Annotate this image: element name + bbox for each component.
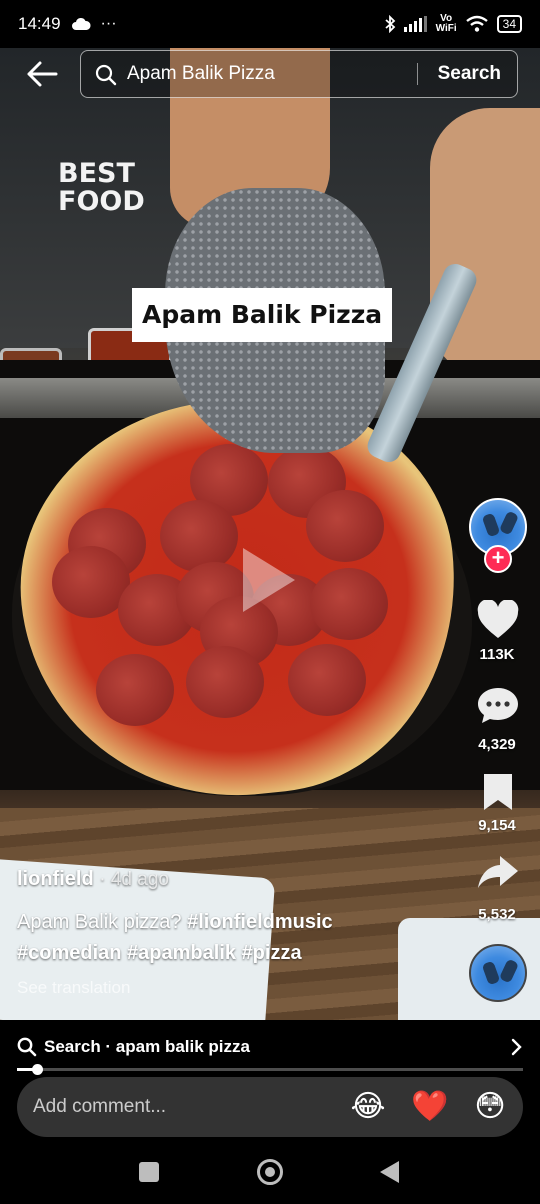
pizza-pepperoni — [306, 490, 384, 562]
search-query[interactable]: Apam Balik Pizza — [127, 51, 275, 97]
search-icon — [17, 1037, 37, 1057]
search-divider — [417, 63, 418, 85]
comment-count: 4,329 — [478, 736, 516, 753]
system-nav-bar — [0, 1140, 540, 1204]
pizza-pepperoni — [96, 654, 174, 726]
brand-line-1: BEST — [58, 158, 135, 189]
follow-button[interactable]: + — [484, 545, 512, 573]
play-icon[interactable] — [243, 548, 295, 612]
post-caption: Apam Balik pizza? #lionfieldmusic #comed… — [17, 907, 397, 969]
brand-watermark: BEST FOOD — [58, 160, 145, 216]
comment-placeholder: Add comment... — [33, 1096, 167, 1117]
cloud-icon — [71, 17, 91, 30]
author-username[interactable]: lionfield — [17, 868, 94, 890]
avatar-figure — [481, 512, 501, 538]
battery-indicator: 34 — [496, 15, 522, 33]
status-more: ··· — [100, 15, 117, 32]
status-bar: 14:49 ··· Vo WiFi 34 — [0, 0, 540, 48]
status-time: 14:49 — [18, 14, 61, 33]
related-search-label: Search · apam balik pizza — [44, 1037, 250, 1056]
comment-input[interactable]: Add comment... 😂 ❤️ 😳 — [17, 1077, 523, 1137]
comment-icon[interactable] — [476, 685, 520, 725]
avatar-figure — [498, 958, 520, 984]
see-translation-link[interactable]: See translation — [17, 978, 130, 998]
pizza-pepperoni — [160, 500, 238, 572]
search-icon — [95, 64, 117, 86]
video-progress-bar[interactable] — [17, 1064, 523, 1075]
laughing-emoji-icon[interactable]: 😂 — [350, 1089, 386, 1125]
chevron-right-icon — [511, 1038, 522, 1056]
search-button[interactable]: Search — [438, 51, 501, 97]
nav-back-button[interactable] — [380, 1161, 399, 1183]
hashtag-link[interactable]: #pizza — [242, 942, 302, 964]
recent-apps-button[interactable] — [139, 1162, 159, 1182]
avatar-figure — [481, 960, 501, 986]
video-text-overlay: Apam Balik Pizza — [132, 288, 393, 342]
caption-text: Apam Balik pizza? — [17, 911, 188, 933]
hashtag-link[interactable]: #comedian — [17, 942, 121, 964]
heart-emoji-icon[interactable]: ❤️ — [411, 1089, 448, 1125]
pizza-pepperoni — [186, 646, 264, 718]
related-search-bar[interactable]: Search · apam balik pizza — [0, 1020, 540, 1072]
progress-handle[interactable] — [32, 1064, 43, 1075]
bookmark-icon[interactable] — [476, 772, 520, 812]
flushed-emoji-icon[interactable]: 😳 — [472, 1089, 508, 1125]
back-arrow-icon[interactable] — [26, 60, 58, 88]
pizza-pepperoni — [288, 644, 366, 716]
search-input[interactable]: Apam Balik Pizza Search — [80, 50, 518, 98]
vowifi-indicator: Vo WiFi — [435, 13, 457, 34]
heart-icon[interactable] — [476, 600, 520, 640]
post-author-line: lionfield · 4d ago — [17, 868, 169, 891]
avatar-figure — [498, 510, 520, 536]
search-header: Apam Balik Pizza Search — [0, 48, 540, 100]
share-count: 5,532 — [478, 906, 516, 923]
hashtag-link[interactable]: #lionfieldmusic — [187, 911, 333, 933]
signal-icon — [403, 16, 427, 32]
like-count: 113K — [479, 646, 515, 663]
share-icon[interactable] — [476, 852, 520, 892]
hashtag-link[interactable]: #apambalik — [127, 942, 236, 964]
bluetooth-icon — [385, 15, 395, 33]
home-button[interactable] — [257, 1159, 283, 1185]
sound-disc[interactable] — [469, 944, 527, 1002]
pizza-pepperoni — [310, 568, 388, 640]
wifi-icon — [465, 15, 488, 32]
brand-line-2: FOOD — [58, 186, 145, 217]
save-count: 9,154 — [478, 817, 516, 834]
post-date: · 4d ago — [99, 869, 169, 890]
